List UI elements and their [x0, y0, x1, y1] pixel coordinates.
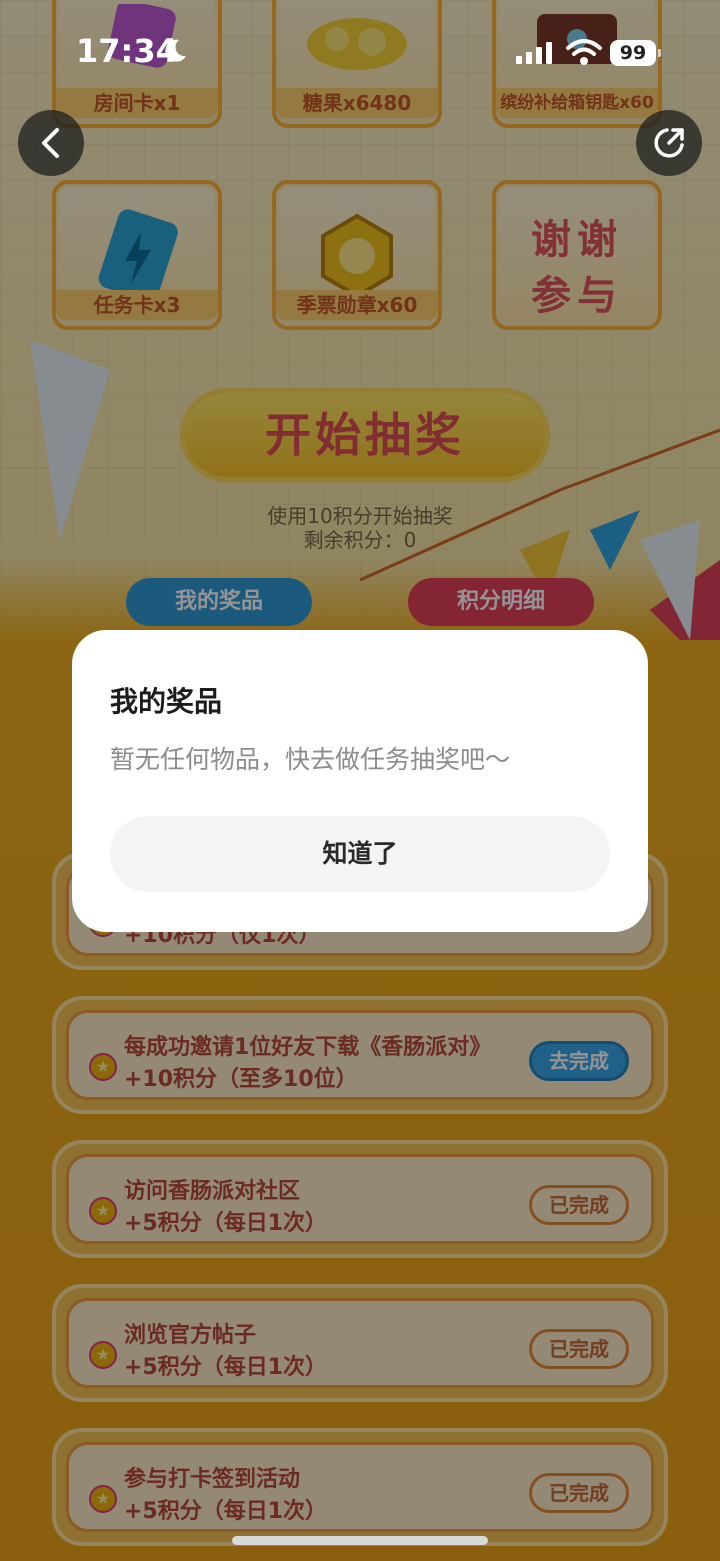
dialog-ok-button[interactable]: 知道了: [110, 816, 610, 892]
dialog-message: 暂无任何物品，快去做任务抽奖吧～: [110, 745, 511, 774]
moon-icon: [165, 39, 186, 62]
share-icon: [654, 128, 684, 158]
wifi-icon: [566, 39, 602, 65]
status-bar: 17:34 99: [0, 0, 720, 100]
chevron-left-icon: [42, 128, 59, 158]
my-prizes-dialog: 我的奖品 暂无任何物品，快去做任务抽奖吧～ 知道了: [72, 630, 648, 932]
back-button[interactable]: [18, 110, 84, 176]
battery-indicator: 99: [610, 40, 661, 66]
cellular-signal-icon: [516, 42, 552, 64]
share-button[interactable]: [636, 110, 702, 176]
home-indicator: [232, 1536, 488, 1545]
dialog-title: 我的奖品: [110, 685, 223, 718]
